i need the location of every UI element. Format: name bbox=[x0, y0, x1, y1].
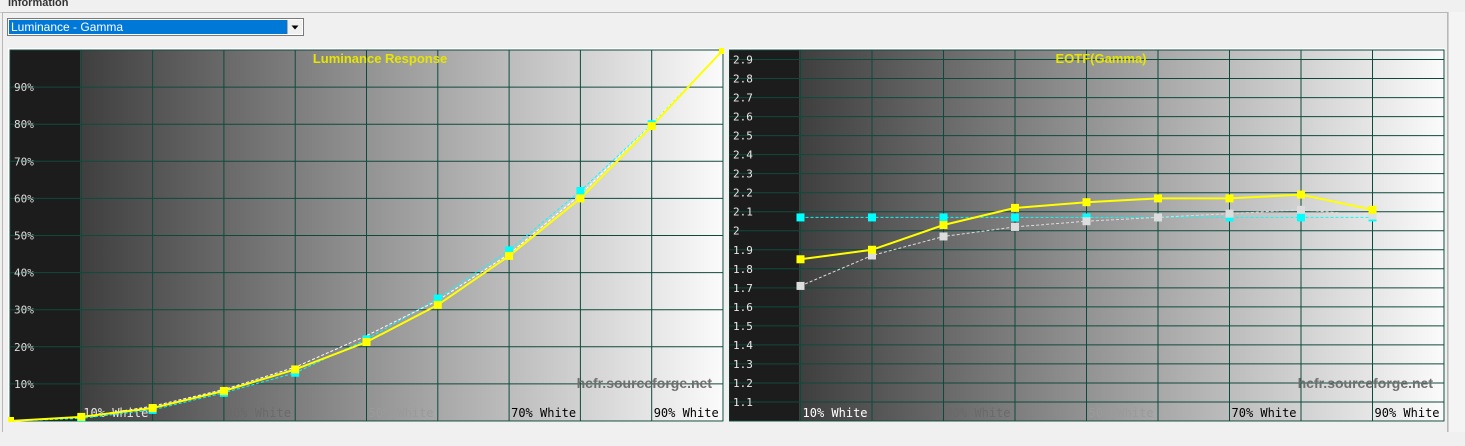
information-title: Information bbox=[8, 0, 69, 9]
data-point-marker bbox=[719, 48, 724, 54]
data-point-marker bbox=[796, 281, 805, 290]
y-tick-label: 1.8 bbox=[733, 263, 753, 276]
y-tick-label: 1.7 bbox=[733, 282, 753, 295]
y-tick-label: 50% bbox=[14, 230, 34, 243]
y-tick-label: 1.6 bbox=[733, 301, 753, 314]
data-point-marker bbox=[1011, 222, 1019, 231]
x-tick-label: 70% White bbox=[1232, 406, 1297, 420]
x-tick-label: 10% White bbox=[803, 406, 868, 420]
watermark: hcfr.sourceforge.net bbox=[1298, 375, 1434, 391]
y-tick-label: 2.2 bbox=[733, 187, 753, 200]
y-tick-label: 2.5 bbox=[733, 130, 753, 143]
y-tick-label: 2.3 bbox=[733, 168, 753, 181]
data-point-marker bbox=[1297, 213, 1305, 222]
y-tick-label: 30% bbox=[14, 304, 34, 317]
y-tick-label: 1.9 bbox=[733, 244, 753, 257]
data-point-marker bbox=[1082, 217, 1091, 226]
view-selector-dropdown[interactable]: Luminance - Gamma bbox=[7, 18, 304, 36]
y-tick-label: 2.1 bbox=[733, 206, 753, 219]
data-point-marker bbox=[939, 221, 948, 230]
y-tick-label: 2.9 bbox=[733, 54, 753, 67]
data-point-marker bbox=[1154, 194, 1162, 203]
dropdown-arrow-icon[interactable] bbox=[287, 20, 302, 34]
data-point-marker bbox=[505, 251, 514, 260]
data-point-marker bbox=[1154, 213, 1162, 222]
data-point-marker bbox=[576, 194, 585, 203]
data-point-marker bbox=[433, 300, 442, 309]
data-point-marker bbox=[1297, 205, 1305, 214]
data-point-marker bbox=[939, 232, 948, 241]
data-point-marker bbox=[148, 404, 157, 413]
watermark: hcfr.sourceforge.net bbox=[577, 375, 713, 391]
y-tick-label: 2.7 bbox=[733, 92, 753, 105]
data-point-marker bbox=[796, 255, 805, 264]
data-point-marker bbox=[1297, 190, 1305, 199]
x-tick-label: 30% White bbox=[226, 406, 291, 420]
view-selector-value: Luminance - Gamma bbox=[9, 20, 288, 34]
data-point-marker bbox=[362, 337, 371, 346]
data-point-marker bbox=[77, 412, 86, 421]
y-tick-label: 2.6 bbox=[733, 111, 753, 124]
luminance-response-chart: 10% 20% 30% 40% 50% 60% 70% 80% 90% 10% White 30% … bbox=[8, 48, 724, 422]
eotf-svg: 1.1 1.2 1.3 1.4 1.5 1.6 1.7 1.8 1.9 2 2.1 2.2 2.3 2.4… bbox=[729, 48, 1445, 422]
x-tick-label: 90% White bbox=[654, 406, 719, 420]
x-tick-label: 70% White bbox=[511, 406, 576, 420]
bottom-bar bbox=[0, 432, 1465, 446]
y-tick-label: 2.4 bbox=[733, 149, 753, 162]
data-point-marker bbox=[868, 245, 876, 254]
y-tick-label: 70% bbox=[14, 155, 34, 168]
data-point-marker bbox=[1082, 198, 1091, 207]
y-tick-label: 1.4 bbox=[733, 339, 753, 352]
y-tick-label: 10% bbox=[14, 378, 34, 391]
data-point-marker bbox=[1225, 209, 1234, 218]
data-point-marker bbox=[219, 386, 228, 395]
y-tick-label: 1.5 bbox=[733, 320, 753, 333]
data-point-marker bbox=[1368, 205, 1377, 214]
y-tick-label: 2.8 bbox=[733, 73, 753, 86]
chart-title: Luminance Response bbox=[313, 51, 447, 66]
data-point-marker bbox=[576, 186, 585, 195]
y-tick-label: 80% bbox=[14, 118, 34, 131]
data-point-marker bbox=[1011, 213, 1019, 222]
data-point-marker bbox=[291, 365, 300, 374]
y-tick-label: 1.1 bbox=[733, 396, 753, 409]
data-point-marker bbox=[868, 213, 876, 222]
y-tick-label: 2 bbox=[733, 225, 740, 238]
data-point-marker bbox=[796, 213, 805, 222]
x-tick-label: 50% White bbox=[369, 406, 434, 420]
y-tick-label: 20% bbox=[14, 341, 34, 354]
y-tick-label: 1.2 bbox=[733, 377, 753, 390]
lum-svg: 10%20%30%40%50%60%70%80%90%10% White 30% … bbox=[8, 48, 724, 422]
eotf-gamma-chart: 1.1 1.2 1.3 1.4 1.5 1.6 1.7 1.8 1.9 2 2.1 2.2 2.3 2.4… bbox=[729, 48, 1445, 422]
data-point-marker bbox=[1011, 203, 1019, 212]
data-point-marker bbox=[1225, 194, 1234, 203]
y-tick-label: 1.3 bbox=[733, 358, 753, 371]
data-point-marker bbox=[8, 417, 14, 422]
y-tick-label: 60% bbox=[14, 192, 34, 205]
y-tick-label: 40% bbox=[14, 267, 34, 280]
x-tick-label: 90% White bbox=[1375, 406, 1440, 420]
x-tick-label: 30% White bbox=[946, 406, 1011, 420]
data-point-marker bbox=[939, 213, 948, 222]
chart-title: EOTF(Gamma) bbox=[1055, 51, 1146, 66]
side-strip bbox=[1448, 12, 1465, 432]
y-tick-label: 90% bbox=[14, 81, 34, 94]
data-point-marker bbox=[647, 122, 656, 131]
x-tick-label: 50% White bbox=[1089, 406, 1154, 420]
